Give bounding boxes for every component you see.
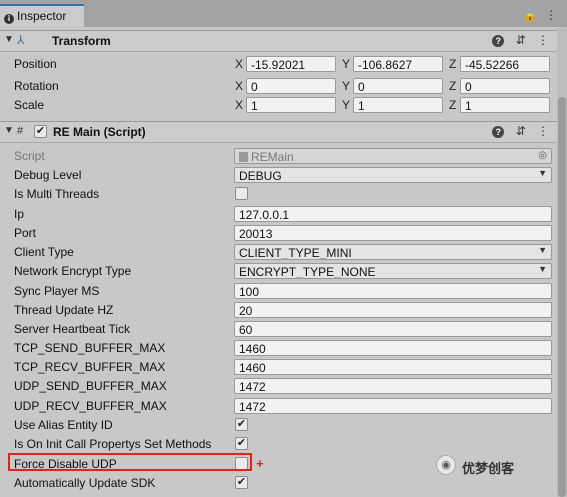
component-enabled-checkbox[interactable]: ✔ bbox=[34, 125, 47, 138]
scale-x-field[interactable]: 1 bbox=[246, 97, 336, 113]
tcp-send-input[interactable]: 1460 bbox=[234, 340, 552, 356]
multi-threads-label: Is Multi Threads bbox=[14, 187, 100, 201]
scrollbar-thumb[interactable] bbox=[558, 97, 566, 497]
scale-z-field[interactable]: 1 bbox=[460, 97, 550, 113]
help-icon[interactable]: ? bbox=[492, 126, 505, 138]
ip-label: Ip bbox=[14, 207, 25, 221]
init-call-label: Is On Init Call Propertys Set Methods bbox=[14, 437, 212, 451]
collapse-arrow-icon[interactable]: ▼ bbox=[4, 125, 14, 136]
auto-update-sdk-label: Automatically Update SDK bbox=[14, 476, 156, 490]
help-icon[interactable]: ? bbox=[492, 35, 505, 47]
axis-z-label: Z bbox=[449, 57, 457, 71]
script-field: REMain ◎ bbox=[234, 148, 552, 164]
position-z-field[interactable]: -45.52266 bbox=[460, 56, 550, 72]
lock-menu-icons[interactable]: 🔒 ⋮ bbox=[523, 8, 559, 22]
scale-y-field[interactable]: 1 bbox=[353, 97, 443, 113]
highlight-box bbox=[8, 453, 252, 471]
tcp-recv-input[interactable]: 1460 bbox=[234, 359, 552, 375]
re-main-header[interactable]: ▼ # ✔ RE Main (Script) ? ⇵ ⋮ bbox=[0, 121, 557, 143]
port-input[interactable]: 20013 bbox=[234, 225, 552, 241]
vertical-scrollbar[interactable] bbox=[557, 27, 567, 497]
position-y-field[interactable]: -106.8627 bbox=[353, 56, 443, 72]
script-value: REMain bbox=[251, 150, 294, 164]
wechat-logo-icon: ◉ bbox=[436, 455, 456, 475]
position-label: Position bbox=[14, 57, 57, 71]
re-main-title: RE Main (Script) bbox=[53, 125, 146, 139]
kebab-menu-icon[interactable]: ⋮ bbox=[537, 124, 549, 138]
encrypt-type-label: Network Encrypt Type bbox=[14, 264, 132, 278]
scale-label: Scale bbox=[14, 98, 45, 112]
rotation-label: Rotation bbox=[14, 79, 59, 93]
inspector-tabbar: i Inspector 🔒 ⋮ bbox=[0, 0, 567, 27]
sync-player-ms-label: Sync Player MS bbox=[14, 284, 100, 298]
script-hash-icon: # bbox=[17, 125, 24, 137]
axis-z-label: Z bbox=[449, 79, 457, 93]
axis-y-label: Y bbox=[342, 57, 351, 71]
port-label: Port bbox=[14, 226, 37, 240]
axis-x-label: X bbox=[235, 98, 244, 112]
tcp-recv-label: TCP_RECV_BUFFER_MAX bbox=[14, 360, 166, 374]
udp-send-label: UDP_SEND_BUFFER_MAX bbox=[14, 379, 167, 393]
thread-update-hz-input[interactable]: 20 bbox=[234, 302, 552, 318]
init-call-checkbox[interactable]: ✔ bbox=[235, 437, 248, 450]
axis-x-label: X bbox=[235, 79, 244, 93]
tab-inspector[interactable]: i Inspector bbox=[0, 4, 84, 27]
rotation-y-field[interactable]: 0 bbox=[353, 78, 443, 94]
encrypt-type-dropdown[interactable]: ENCRYPT_TYPE_NONE ▼ bbox=[234, 263, 552, 279]
tab-inspector-label: Inspector bbox=[17, 9, 67, 23]
encrypt-type-value: ENCRYPT_TYPE_NONE bbox=[239, 265, 376, 279]
ip-input[interactable]: 127.0.0.1 bbox=[234, 206, 552, 222]
chevron-down-icon: ▼ bbox=[538, 245, 547, 255]
collapse-arrow-icon[interactable]: ▼ bbox=[4, 34, 14, 45]
heartbeat-tick-input[interactable]: 60 bbox=[234, 321, 552, 337]
thread-update-hz-label: Thread Update HZ bbox=[14, 303, 114, 317]
axis-y-label: Y bbox=[342, 79, 351, 93]
udp-recv-label: UDP_RECV_BUFFER_MAX bbox=[14, 399, 167, 413]
preset-icon[interactable]: ⇵ bbox=[516, 124, 526, 138]
chevron-down-icon: ▼ bbox=[538, 264, 547, 274]
transform-header[interactable]: ▼ ⅄ Transform ? ⇵ ⋮ bbox=[0, 30, 557, 52]
heartbeat-tick-label: Server Heartbeat Tick bbox=[14, 322, 131, 336]
script-file-icon bbox=[239, 152, 248, 162]
rotation-x-field[interactable]: 0 bbox=[246, 78, 336, 94]
tcp-send-label: TCP_SEND_BUFFER_MAX bbox=[14, 341, 166, 355]
axis-x-label: X bbox=[235, 57, 244, 71]
client-type-dropdown[interactable]: CLIENT_TYPE_MINI ▼ bbox=[234, 244, 552, 260]
transform-title: Transform bbox=[52, 34, 111, 48]
auto-update-sdk-checkbox[interactable]: ✔ bbox=[235, 476, 248, 489]
debug-level-dropdown[interactable]: DEBUG ▼ bbox=[234, 167, 552, 183]
debug-level-label: Debug Level bbox=[14, 168, 82, 182]
client-type-value: CLIENT_TYPE_MINI bbox=[239, 246, 352, 260]
udp-recv-input[interactable]: 1472 bbox=[234, 398, 552, 414]
preset-icon[interactable]: ⇵ bbox=[516, 33, 526, 47]
udp-send-input[interactable]: 1472 bbox=[234, 378, 552, 394]
axis-y-label: Y bbox=[342, 98, 351, 112]
target-picker-icon[interactable]: ◎ bbox=[538, 150, 547, 161]
client-type-label: Client Type bbox=[14, 245, 74, 259]
axis-z-label: Z bbox=[449, 98, 457, 112]
script-label: Script bbox=[14, 149, 45, 163]
alias-entity-id-label: Use Alias Entity ID bbox=[14, 418, 113, 432]
annotation-plus: + bbox=[256, 456, 264, 471]
kebab-menu-icon[interactable]: ⋮ bbox=[537, 33, 549, 47]
position-x-field[interactable]: -15.92021 bbox=[246, 56, 336, 72]
chevron-down-icon: ▼ bbox=[538, 168, 547, 178]
rotation-z-field[interactable]: 0 bbox=[460, 78, 550, 94]
transform-axes-icon: ⅄ bbox=[17, 33, 25, 47]
watermark-text: 优梦创客 bbox=[462, 461, 515, 476]
debug-level-value: DEBUG bbox=[239, 169, 282, 183]
sync-player-ms-input[interactable]: 100 bbox=[234, 283, 552, 299]
info-icon: i bbox=[4, 14, 14, 24]
alias-entity-id-checkbox[interactable]: ✔ bbox=[235, 418, 248, 431]
multi-threads-checkbox[interactable] bbox=[235, 187, 248, 200]
